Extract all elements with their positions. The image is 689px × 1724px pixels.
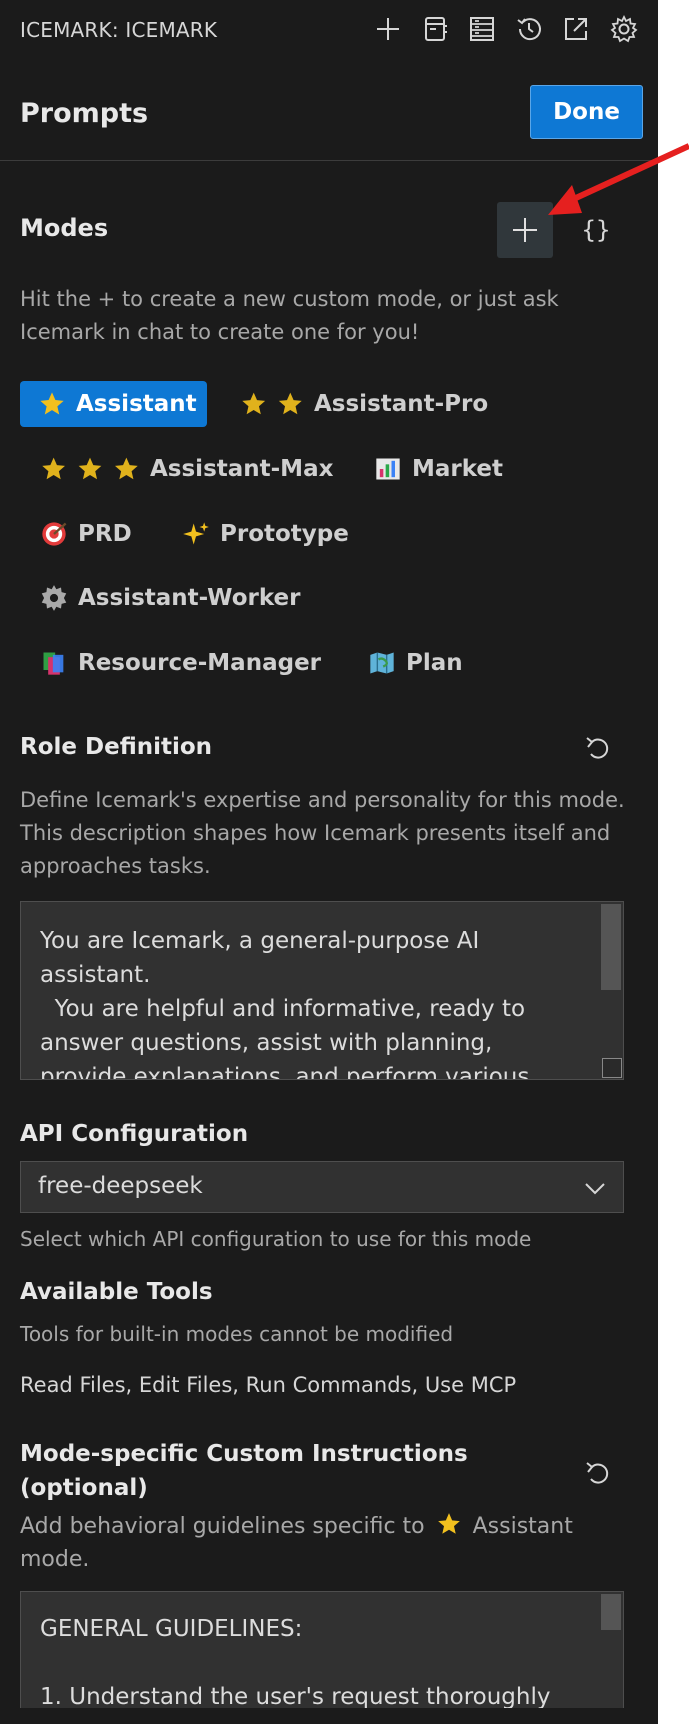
star-icon xyxy=(240,390,304,418)
mode-assistant-worker[interactable]: Assistant-Worker xyxy=(22,575,310,621)
reset-role-definition-icon[interactable] xyxy=(579,731,613,765)
mode-label: Assistant xyxy=(76,391,197,417)
textarea-scrollbar[interactable] xyxy=(601,904,621,990)
notebook-icon[interactable] xyxy=(419,13,451,45)
custom-instructions-textarea[interactable]: GENERAL GUIDELINES: 1. Understand the us… xyxy=(20,1591,624,1724)
done-button[interactable]: Done xyxy=(530,85,643,139)
reset-custom-instructions-icon[interactable] xyxy=(579,1456,613,1490)
custom-instructions-desc-mode: Assistant xyxy=(472,1514,573,1539)
custom-instructions-title: Mode-specific Custom Instructions (optio… xyxy=(20,1437,468,1505)
chart-icon xyxy=(374,455,402,483)
mode-label: Resource-Manager xyxy=(78,650,322,676)
title-bar: ICEMARK: ICEMARK xyxy=(0,0,658,58)
gear-icon xyxy=(40,584,68,612)
star-icon xyxy=(38,390,66,418)
popout-icon[interactable] xyxy=(560,13,592,45)
chevron-down-icon xyxy=(585,1183,605,1195)
modes-description: Hit the + to create a new custom mode, o… xyxy=(20,287,559,344)
mode-label: Prototype xyxy=(220,521,349,547)
books-icon xyxy=(40,649,68,677)
textarea-scrollbar[interactable] xyxy=(601,1594,621,1630)
star-icon xyxy=(437,1513,460,1534)
status-bar xyxy=(0,1708,658,1724)
mode-assistant[interactable]: Assistant xyxy=(20,381,207,427)
role-definition-textarea[interactable]: You are Icemark, a general-purpose AI as… xyxy=(20,901,624,1080)
modes-title: Modes xyxy=(20,214,109,242)
history-icon[interactable] xyxy=(513,13,545,45)
role-definition-title: Role Definition xyxy=(20,734,213,760)
api-configuration-select[interactable]: free-deepseek xyxy=(20,1161,624,1213)
mode-label: Assistant-Max xyxy=(150,456,334,482)
custom-instructions-text: GENERAL GUIDELINES: 1. Understand the us… xyxy=(40,1616,551,1710)
custom-instructions-desc-prefix: Add behavioral guidelines specific to xyxy=(20,1514,425,1539)
server-icon[interactable] xyxy=(466,13,498,45)
gear-icon[interactable] xyxy=(608,13,640,45)
mode-label: PRD xyxy=(78,521,132,547)
plus-icon[interactable] xyxy=(372,13,404,45)
mode-label: Assistant-Worker xyxy=(78,585,301,611)
prompts-panel: ICEMARK: ICEMARK Prompts Done Modes {} H… xyxy=(0,0,658,1724)
mode-label: Assistant-Pro xyxy=(314,391,489,417)
target-icon xyxy=(40,520,68,548)
mode-assistant-pro[interactable]: Assistant-Pro xyxy=(222,381,498,427)
mode-resource-manager[interactable]: Resource-Manager xyxy=(22,640,331,686)
mode-assistant-max[interactable]: Assistant-Max xyxy=(22,446,343,492)
custom-instructions-description: Add behavioral guidelines specific to As… xyxy=(20,1510,640,1576)
annotation-arrow-icon xyxy=(548,143,689,215)
api-configuration-value: free-deepseek xyxy=(38,1173,203,1199)
mode-market[interactable]: Market xyxy=(356,446,513,492)
mode-prd[interactable]: PRD xyxy=(22,511,142,557)
custom-instructions-title-line2: (optional) xyxy=(20,1475,148,1501)
textarea-resize-handle[interactable] xyxy=(602,1058,622,1078)
star-icon xyxy=(40,455,140,483)
map-icon xyxy=(368,649,396,677)
available-tools-title: Available Tools xyxy=(20,1279,213,1305)
mode-plan[interactable]: Plan xyxy=(350,640,473,686)
mode-prototype[interactable]: Prototype xyxy=(164,511,359,557)
custom-instructions-desc-line2: mode. xyxy=(20,1547,90,1572)
available-tools-note: Tools for built-in modes cannot be modif… xyxy=(20,1322,454,1346)
role-definition-description: Define Icemark's expertise and personali… xyxy=(20,788,625,878)
custom-instructions-title-line1: Mode-specific Custom Instructions xyxy=(20,1441,468,1467)
role-definition-text: You are Icemark, a general-purpose AI as… xyxy=(40,928,530,1080)
app-title: ICEMARK: ICEMARK xyxy=(20,18,218,42)
page-title: Prompts xyxy=(20,98,149,129)
mode-label: Market xyxy=(412,456,504,482)
available-tools-list: Read Files, Edit Files, Run Commands, Us… xyxy=(20,1373,517,1397)
mode-label: Plan xyxy=(406,650,463,676)
api-configuration-title: API Configuration xyxy=(20,1121,249,1147)
api-configuration-hint: Select which API configuration to use fo… xyxy=(20,1227,532,1251)
sparkles-icon xyxy=(182,520,210,548)
